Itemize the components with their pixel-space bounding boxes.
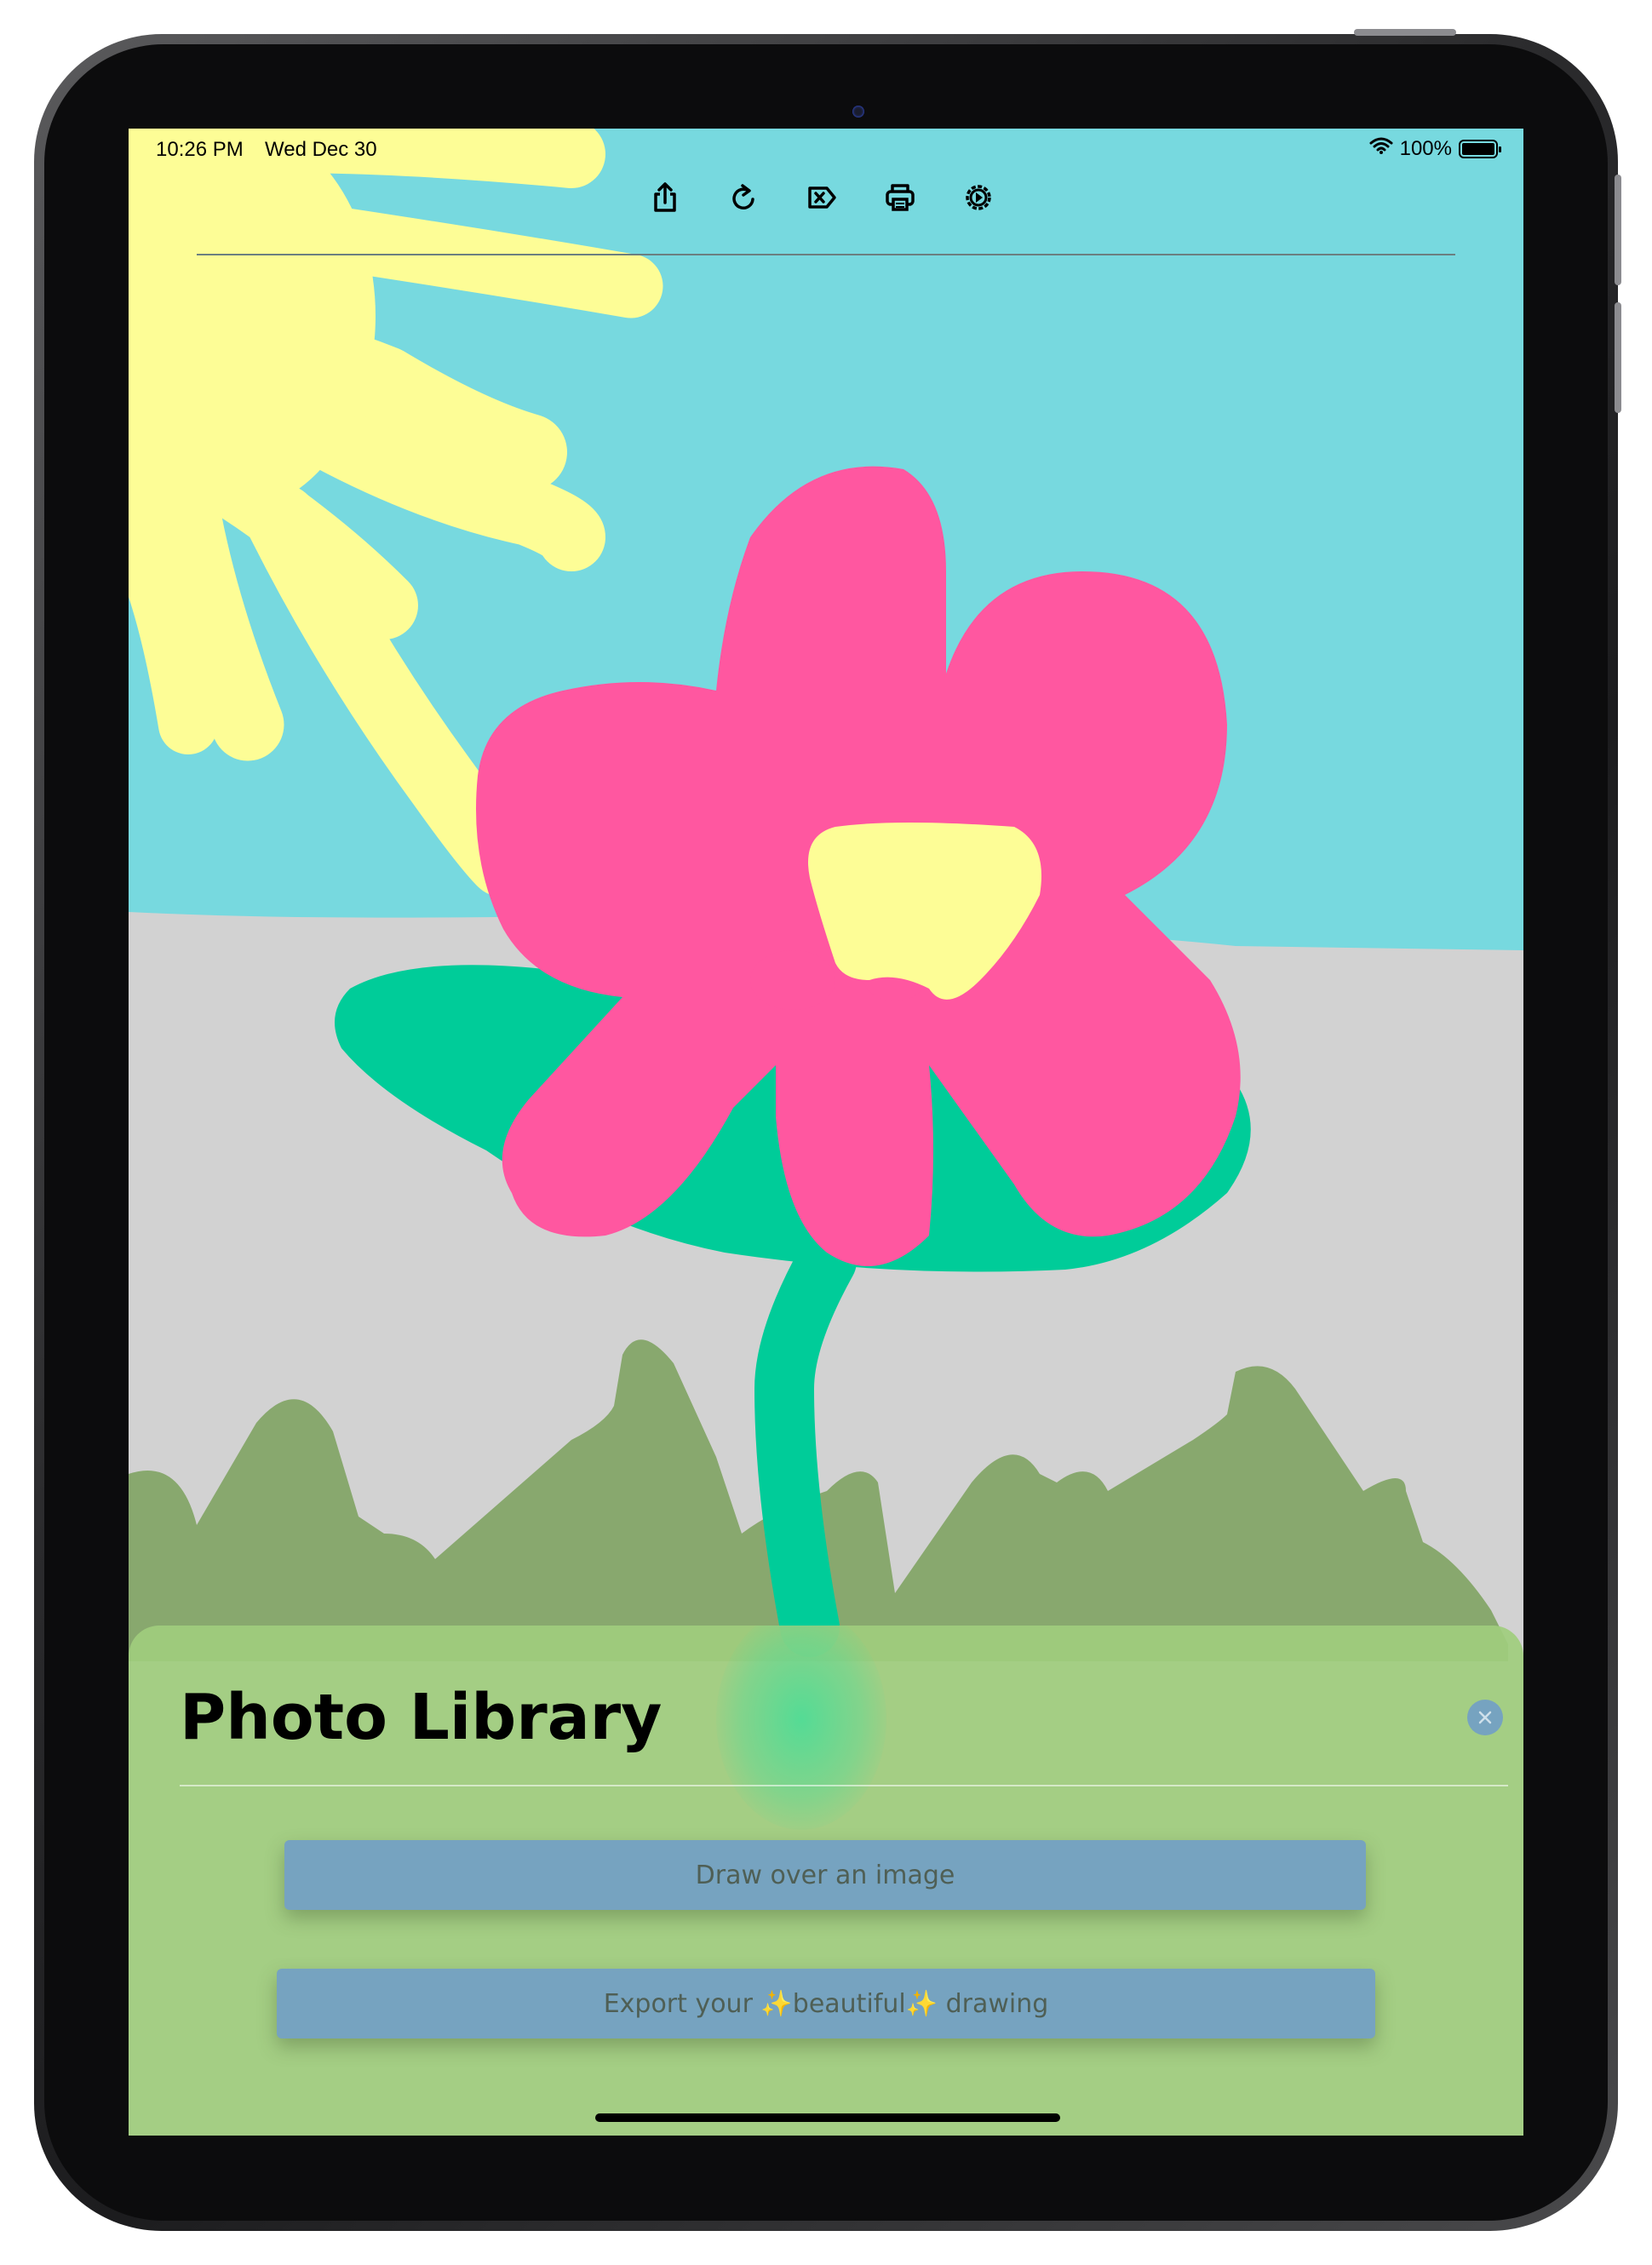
toolbar-divider <box>197 254 1455 255</box>
battery-icon <box>1459 139 1501 158</box>
home-indicator[interactable] <box>595 2113 1060 2122</box>
sheet-title: Photo Library <box>180 1681 663 1754</box>
status-time: 10:26 PM <box>156 138 244 161</box>
draw-over-image-button[interactable]: Draw over an image <box>284 1840 1366 1910</box>
close-button[interactable] <box>1467 1700 1503 1735</box>
export-drawing-button[interactable]: Export your ✨beautiful✨ drawing <box>277 1969 1375 2038</box>
settings-icon <box>966 185 991 210</box>
volume-up-button <box>1615 175 1621 285</box>
front-camera <box>852 106 864 118</box>
close-icon <box>1478 1711 1492 1724</box>
share-button[interactable] <box>647 180 683 215</box>
photo-library-sheet: Photo Library Draw over an image Export … <box>129 1626 1523 2136</box>
status-bar: 10:26 PM Wed Dec 30 100% <box>129 129 1523 171</box>
redo-button[interactable] <box>726 180 761 215</box>
share-icon <box>654 182 676 212</box>
battery-percentage: 100% <box>1399 136 1452 160</box>
print-button[interactable] <box>882 180 918 215</box>
settings-button[interactable] <box>961 180 996 215</box>
status-indicators: 100% <box>1369 136 1501 161</box>
drawing-toolbar <box>129 180 1523 215</box>
volume-down-button <box>1615 302 1621 413</box>
print-icon <box>886 184 915 211</box>
app-screen: 10:26 PM Wed Dec 30 100% Photo Library D… <box>129 129 1523 2136</box>
redo-icon <box>732 184 754 209</box>
top-button <box>1354 29 1456 36</box>
wifi-icon <box>1369 136 1393 161</box>
status-date: Wed Dec 30 <box>265 138 377 161</box>
sheet-divider <box>180 1785 1508 1786</box>
sheet-blur-highlight <box>716 1626 886 1830</box>
clear-icon <box>808 186 836 209</box>
clear-button[interactable] <box>804 180 840 215</box>
battery-level <box>1462 142 1494 155</box>
